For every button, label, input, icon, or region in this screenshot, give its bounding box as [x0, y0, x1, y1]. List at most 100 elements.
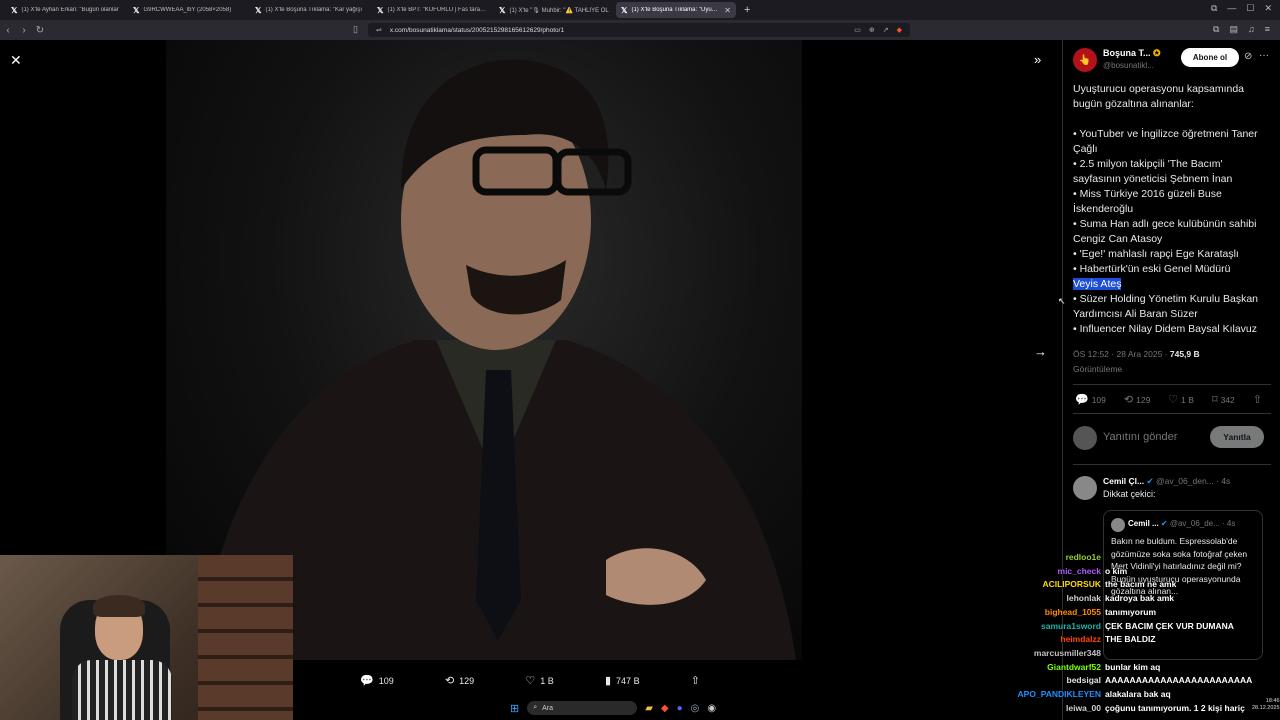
- steam-icon[interactable]: ◎: [691, 703, 700, 714]
- toolbar-right: ⧉ ▤ ♫ ≡: [1213, 24, 1270, 35]
- avatar: [1073, 426, 1097, 450]
- view-count: 747 B: [616, 675, 640, 686]
- tweet-line: Yardımcısı Ali Baran Süzer: [1073, 308, 1198, 320]
- tab-label: (1) X'te "🎙 Muhbir: "⚠️ TAHLİYE OL: [509, 7, 609, 14]
- site-info-icon[interactable]: ⇌: [376, 26, 382, 34]
- webcam-overlay: [0, 555, 293, 720]
- url-actions: ▭ ⊕ ↗ ◆: [854, 23, 902, 37]
- divider: [1073, 464, 1271, 465]
- stream-chat: redloo1e mic_check o kim ACILIPORSUK the bac…: [990, 551, 1275, 720]
- chat-username: APO_PANDIKLEYEN: [1017, 689, 1101, 700]
- extensions-icon[interactable]: ⧉: [1211, 3, 1217, 14]
- chat-message: bighead_1055 tanımıyorum: [990, 606, 1275, 620]
- share-button[interactable]: ⇧: [691, 674, 700, 687]
- reply-icon: 💬: [360, 675, 374, 687]
- comment-header: Cemil Çl... ✔ @av_06_den... · 4s: [1103, 476, 1230, 487]
- heart-icon: ♡: [1168, 394, 1179, 406]
- tweet-header: 👆 Boşuna T... ✪ @bosunatikl... Abone ol …: [1073, 48, 1273, 74]
- stat-replies[interactable]: 💬 109: [1075, 393, 1106, 406]
- minimize-icon[interactable]: —: [1227, 3, 1236, 14]
- sidebar-icon[interactable]: ▤: [1229, 24, 1238, 35]
- expand-panel-icon[interactable]: »: [1034, 52, 1041, 67]
- new-tab-button[interactable]: +: [744, 4, 750, 16]
- share-icon[interactable]: ↗: [883, 26, 889, 34]
- chat-username: ACILIPORSUK: [1042, 579, 1101, 590]
- reply-submit-button[interactable]: Yanıtla: [1210, 426, 1264, 448]
- reply-button[interactable]: 💬 109: [360, 674, 394, 687]
- taskbar-search[interactable]: ⌕ Ara: [527, 701, 638, 715]
- tweet-line: Uyuşturucu operasyonu kapsamında: [1073, 83, 1245, 95]
- tweet-line: • Habertürk'ün eski Genel Müdürü: [1073, 263, 1231, 275]
- views-button[interactable]: ▮ 747 B: [605, 674, 640, 687]
- brave-browser-icon[interactable]: ◆: [661, 703, 669, 714]
- x-logo-icon: 𝕏: [133, 5, 140, 15]
- share-icon: ⇧: [1252, 394, 1262, 406]
- repost-icon: ⟲: [1123, 394, 1134, 406]
- close-icon[interactable]: ✕: [10, 52, 22, 69]
- tweet-line: İskenderoğlu: [1073, 203, 1134, 215]
- address-bar: ‹ › ↻ ▯ ⇌ x.com/bosunatiklama/status/200…: [0, 20, 1280, 40]
- brave-shields-icon[interactable]: ◆: [897, 26, 902, 34]
- stat-bookmarks[interactable]: ⌑ 342: [1212, 393, 1235, 406]
- views-label: Görüntüleme: [1073, 364, 1123, 374]
- tweet-timestamp[interactable]: ÖS 12:52 · 28 Ara 2025 ·: [1073, 349, 1170, 359]
- chat-message: mic_check o kim: [990, 565, 1275, 579]
- x-logo-icon: 𝕏: [621, 5, 628, 15]
- obs-icon[interactable]: ◉: [707, 703, 716, 714]
- avatar[interactable]: 👆: [1073, 48, 1097, 72]
- bookmark-icon: ⌑: [1211, 394, 1218, 406]
- close-window-icon[interactable]: ✕: [1264, 3, 1272, 14]
- chat-username: redloo1e: [1065, 552, 1101, 562]
- avatar[interactable]: [1073, 476, 1097, 500]
- url-field[interactable]: ⇌ x.com/bosunatiklama/status/20052152981…: [368, 23, 910, 37]
- picture-in-picture-icon[interactable]: ▭: [854, 26, 861, 34]
- maximize-icon[interactable]: ☐: [1246, 3, 1254, 14]
- author-handle[interactable]: @bosunatikl...: [1103, 61, 1154, 70]
- browser-tab[interactable]: 𝕏 (1) X'te Ayhan Erkan: "Bugün olanlar: [6, 2, 126, 18]
- comment-author[interactable]: Cemil Çl...: [1103, 476, 1144, 486]
- menu-icon[interactable]: ≡: [1265, 24, 1270, 35]
- next-photo-icon[interactable]: →: [1034, 344, 1047, 359]
- stat-reposts[interactable]: ⟲ 129: [1124, 393, 1150, 406]
- browser-tab[interactable]: 𝕏 (1) X'te Boşuna Tıklama: "Kar yağışı: [250, 2, 370, 18]
- bookmark-icon[interactable]: ▯: [353, 24, 358, 35]
- forward-icon[interactable]: ›: [16, 25, 32, 36]
- tweet-line: • Miss Türkiye 2016 güzeli Buse: [1073, 188, 1222, 200]
- tab-label: (1) X'te Boşuna Tıklama: "Uyuşturucu: [631, 7, 720, 13]
- browser-tab[interactable]: 𝕏 (1) X'te "🎙 Muhbir: "⚠️ TAHLİYE OL: [494, 2, 614, 18]
- browser-tab[interactable]: 𝕏 G9RCWWEAA_lbY (2058×2058): [128, 2, 248, 18]
- stat-share[interactable]: ⇧: [1253, 393, 1265, 406]
- browser-tab-active[interactable]: 𝕏(1) X'te Boşuna Tıklama: "Uyuşturucu ✕: [616, 2, 736, 18]
- like-button[interactable]: ♡ 1 B: [525, 674, 553, 687]
- more-options-icon[interactable]: ···: [1259, 50, 1269, 61]
- chat-text: bunlar kim aq: [1105, 661, 1161, 672]
- repost-button[interactable]: ⟲ 129: [445, 674, 474, 687]
- chat-message: leiwa_00 çoğunu tanımıyorum. 1 2 kişi har…: [990, 702, 1275, 716]
- reply-input[interactable]: Yanıtını gönder: [1103, 431, 1177, 443]
- streamer-shirt: [72, 660, 172, 720]
- tweet-line: • YouTuber ve İngilizce öğretmeni Taner: [1073, 128, 1258, 140]
- discord-icon[interactable]: ●: [677, 703, 683, 714]
- chat-username: Giantdwarf52: [1047, 661, 1101, 672]
- chat-username: marcusmiller348: [1033, 647, 1101, 658]
- stat-bookmarks-count: 342: [1220, 395, 1235, 405]
- back-icon[interactable]: ‹: [0, 25, 16, 36]
- file-explorer-icon[interactable]: ▰: [645, 703, 653, 714]
- grok-icon[interactable]: ⊘: [1244, 51, 1252, 62]
- close-tab-icon[interactable]: ✕: [724, 6, 731, 15]
- zoom-icon[interactable]: ⊕: [869, 26, 875, 34]
- stat-likes[interactable]: ♡ 1 B: [1168, 393, 1194, 406]
- windows-start-icon[interactable]: ⊞: [510, 702, 519, 715]
- comment-handle[interactable]: @av_06_den...: [1156, 476, 1214, 486]
- media-icon[interactable]: ♫: [1248, 24, 1255, 35]
- clock-date: 28.12.2025: [1252, 705, 1280, 711]
- chat-text: çoğunu tanımıyorum. 1 2 kişi hariç: [1105, 702, 1245, 713]
- taskbar-search-text: Ara: [542, 704, 554, 712]
- taskbar-clock[interactable]: 18:46 28.12.2025: [1252, 698, 1280, 712]
- photo-action-bar: 💬 109 ⟲ 129 ♡ 1 B ▮ 747 B ⇧: [360, 674, 700, 687]
- author-name[interactable]: Boşuna T... ✪: [1103, 48, 1161, 59]
- browser-tab[interactable]: 𝕏 (1) X'te BPT: "KÜFÜRLÜ | Fas taraftarla…: [372, 2, 492, 18]
- extensions-puzzle-icon[interactable]: ⧉: [1213, 24, 1219, 35]
- follow-button[interactable]: Abone ol: [1181, 48, 1239, 67]
- reload-icon[interactable]: ↻: [32, 25, 48, 36]
